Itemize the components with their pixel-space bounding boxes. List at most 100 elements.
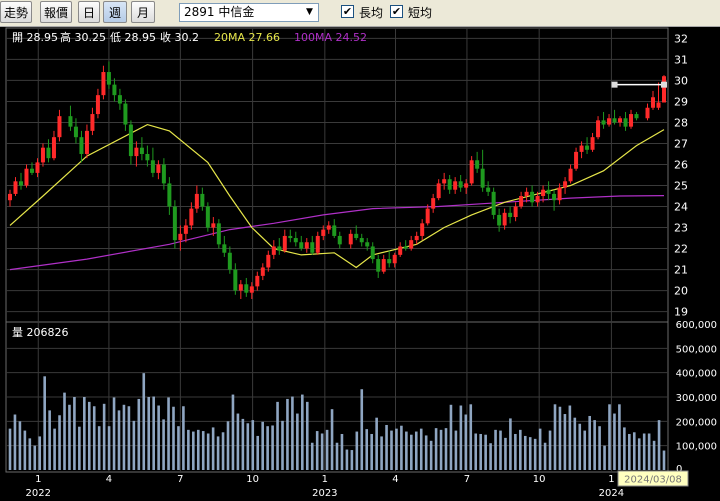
volume-bar-67 [340, 433, 344, 470]
volume-bar-105 [528, 437, 532, 470]
stock-chart[interactable]: 19 20 21 22 23 24 25 26 27 28 29 30 31 32 100,000 200,… [0, 0, 720, 501]
candle-body-91 [519, 196, 524, 207]
volume-bar-13 [73, 397, 76, 470]
volume-bar-40 [206, 433, 210, 470]
volume-bar-57 [291, 396, 294, 470]
volume-bar-101 [509, 418, 512, 470]
candle-body-54 [310, 242, 315, 253]
candle-body-21 [128, 124, 133, 157]
volume-bar-122 [613, 413, 616, 470]
volume-bar-15 [83, 397, 86, 470]
ma20-line [9, 123, 665, 269]
volume-bar-75 [380, 436, 383, 470]
volume-bar-1 [13, 414, 17, 470]
volume-bar-59 [301, 394, 304, 470]
volume-bar-41 [211, 427, 215, 470]
volume-bar-34 [177, 426, 180, 470]
volume-bar-36 [187, 429, 190, 470]
year-label: 2023 [312, 488, 337, 499]
volume-bar-86 [434, 428, 438, 470]
candle-body-82 [469, 160, 474, 184]
candle-body-61 [354, 233, 359, 239]
candle-body-74 [425, 208, 430, 224]
volume-bar-43 [221, 432, 225, 470]
volume-bar-113 [568, 405, 572, 470]
volume-bar-128 [642, 433, 646, 470]
candle-body-28 [167, 183, 172, 207]
price-tick-label: 20 [674, 285, 688, 298]
volume-bar-98 [494, 429, 497, 470]
volume-bar-52 [266, 426, 269, 470]
volume-bar-108 [543, 442, 547, 470]
candle-body-64 [370, 246, 375, 260]
volume-bar-10 [58, 415, 61, 470]
volume-bar-94 [474, 433, 478, 470]
price-tick-label: 27 [674, 137, 688, 150]
candle-body-10 [68, 116, 73, 127]
volume-bar-116 [583, 430, 587, 470]
volume-bar-24 [127, 406, 131, 470]
candle-body-99 [563, 181, 568, 188]
volume-bar-79 [400, 425, 403, 470]
volume-bar-95 [479, 433, 482, 470]
candle-body-16 [101, 72, 106, 96]
volume-bar-70 [355, 431, 359, 470]
candle-body-81 [464, 183, 469, 188]
volume-bar-48 [246, 423, 250, 470]
month-tick-label: 1 [322, 474, 328, 485]
candle-body-90 [513, 206, 518, 218]
volume-bar-66 [335, 442, 339, 470]
candle-body-48 [277, 246, 282, 251]
price-tick-label: 31 [674, 53, 688, 66]
volume-bar-21 [112, 397, 116, 470]
candle-body-115 [656, 102, 661, 108]
candle-body-39 [227, 252, 232, 270]
volume-bar-58 [296, 413, 299, 470]
candle-body-14 [90, 114, 95, 131]
volume-bar-130 [652, 440, 656, 470]
candle-body-69 [398, 246, 403, 255]
candle-body-24 [145, 153, 150, 161]
volume-bar-55 [281, 420, 284, 470]
info-open: 開 28.95 [12, 31, 58, 44]
candle-body-23 [139, 147, 144, 154]
volume-bar-81 [410, 434, 413, 470]
volume-bar-4 [28, 438, 32, 470]
volume-bar-0 [8, 428, 12, 470]
volume-bar-17 [92, 406, 96, 470]
candle-body-107 [607, 118, 612, 125]
candle-body-40 [233, 269, 238, 291]
candle-body-57 [326, 225, 331, 230]
volume-bar-91 [459, 405, 463, 470]
month-tick-label: 10 [533, 474, 546, 485]
volume-bar-106 [533, 438, 537, 470]
volume-bar-53 [271, 425, 274, 470]
volume-bar-12 [68, 404, 71, 470]
volume-bar-60 [305, 401, 309, 470]
volume-bar-88 [444, 428, 448, 470]
volume-bar-103 [519, 429, 522, 470]
volume-bar-51 [261, 421, 264, 470]
candle-body-85 [486, 187, 491, 192]
candle-body-116 [662, 76, 666, 103]
candle-body-53 [304, 242, 309, 249]
price-tick-label: 23 [674, 222, 688, 235]
info-ma20: 20MA 27.66 [214, 31, 280, 44]
candles-group [8, 61, 666, 299]
volume-bar-19 [102, 403, 106, 470]
candle-body-30 [178, 233, 183, 241]
candle-body-7 [46, 147, 51, 159]
volume-tick-label: 600,000 [676, 320, 717, 331]
volume-bar-127 [637, 438, 641, 470]
volume-bar-111 [558, 406, 562, 470]
volume-bar-63 [320, 433, 324, 470]
volume-bar-9 [53, 428, 56, 470]
candle-body-27 [161, 164, 166, 184]
candle-body-6 [40, 147, 45, 163]
candle-body-43 [249, 286, 254, 293]
price-tick-label: 30 [674, 74, 688, 87]
volume-bar-77 [390, 430, 393, 470]
volume-bar-8 [48, 410, 51, 470]
candle-body-92 [524, 191, 529, 197]
volume-label: 量 206826 [12, 326, 69, 339]
